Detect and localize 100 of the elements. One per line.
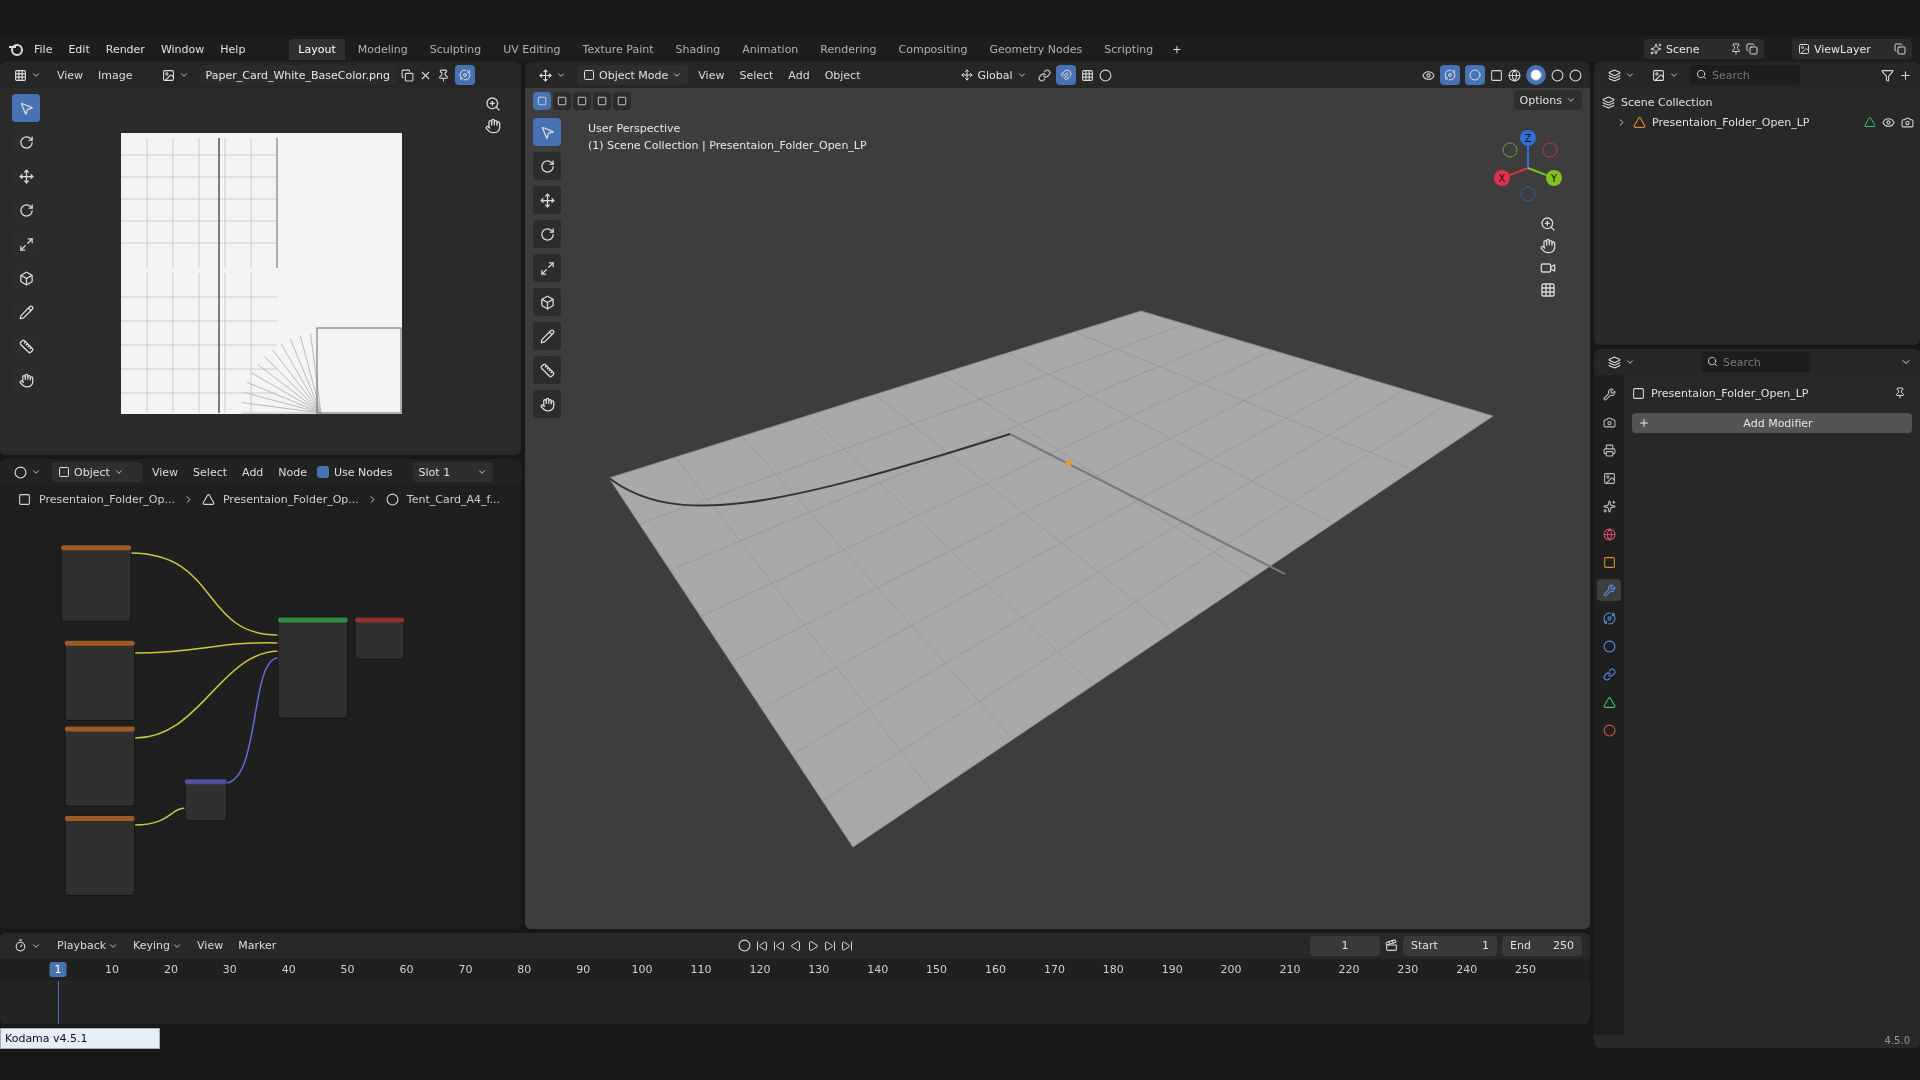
axis-dot[interactable] (1546, 170, 1562, 186)
menu-item[interactable]: Playback (52, 939, 124, 953)
menu-item[interactable]: Add (237, 465, 269, 479)
add-modifier-button[interactable]: Add Modifier (1632, 413, 1912, 433)
object-icon (18, 492, 31, 506)
tool-button[interactable] (533, 152, 561, 180)
shader-node[interactable] (64, 640, 136, 721)
menu-item[interactable]: View (147, 465, 184, 479)
object-type-dropdown[interactable]: Object (52, 462, 142, 482)
orientation-dropdown[interactable]: Global (955, 65, 1033, 85)
end-frame-field[interactable]: End 250 (1502, 935, 1582, 956)
negative-axis-dot[interactable] (1542, 142, 1558, 158)
menu-item[interactable]: Add (783, 68, 815, 82)
shader-node[interactable] (277, 617, 349, 719)
slot-dropdown[interactable]: Slot 1 (412, 462, 493, 482)
snap-button[interactable] (1055, 65, 1076, 85)
menu-item[interactable]: Help (214, 39, 252, 59)
playhead[interactable]: 1 (49, 961, 67, 977)
menu-item[interactable]: View (693, 68, 730, 82)
wrench-icon (1602, 583, 1616, 597)
duplicate-icon (400, 68, 414, 82)
tool-button[interactable] (533, 356, 561, 384)
menu-item[interactable]: Select (188, 465, 233, 479)
select-mode-button[interactable] (613, 92, 631, 110)
menu-item[interactable]: View (192, 939, 229, 953)
workspace-tab[interactable]: UV Editing (494, 38, 570, 60)
menu-item[interactable]: Node (273, 465, 313, 479)
properties-tab[interactable] (1597, 579, 1621, 601)
current-frame-field[interactable]: 1 (1310, 935, 1380, 956)
mode-dropdown[interactable]: Object Mode (577, 65, 689, 85)
image-name-field[interactable]: Paper_Card_White_BaseColor.png (199, 65, 396, 85)
caret-icon (1016, 70, 1027, 80)
workspace-tab[interactable]: Compositing (889, 38, 977, 60)
menu-item[interactable]: View (52, 68, 89, 82)
workspace-tab[interactable]: Scripting (1095, 38, 1163, 60)
options-dropdown[interactable]: Options (1513, 90, 1582, 110)
pan-icon (1540, 238, 1556, 254)
tool-button[interactable] (533, 254, 561, 282)
tool-button[interactable] (533, 220, 561, 248)
menu-item[interactable]: Keying (128, 939, 188, 953)
uv-sync-button[interactable] (454, 65, 475, 85)
menu-item[interactable]: Window (154, 39, 211, 59)
workspace-tab[interactable]: Modeling (348, 38, 417, 60)
axis-dot[interactable] (1494, 170, 1510, 186)
breadcrumb[interactable]: Tent_Card_A4_f... (406, 492, 501, 506)
scene-selector[interactable]: Scene (1644, 39, 1764, 59)
workspace-tab[interactable]: Layout (289, 38, 345, 60)
frame-tick-label: 120 (749, 962, 771, 976)
menu-item[interactable]: File (28, 39, 59, 59)
add-workspace-button[interactable]: + (1166, 39, 1188, 59)
select-mode-button[interactable] (533, 92, 551, 110)
workspace-tab[interactable]: Sculpting (420, 38, 491, 60)
workspace-tab[interactable]: Texture Paint (573, 38, 663, 60)
shader-node[interactable] (64, 726, 136, 807)
tool-button[interactable] (533, 322, 561, 350)
gizmo-toggle-button[interactable] (1440, 65, 1460, 85)
select-mode-button[interactable] (593, 92, 611, 110)
version-label: 4.5.0 (1884, 1035, 1911, 1048)
axis-dot[interactable] (1520, 130, 1536, 146)
workspace-tab[interactable]: Shading (666, 38, 730, 60)
object-name: Presentaion_Folder_Open_LP (1651, 386, 1809, 400)
negative-axis-dot[interactable] (1520, 186, 1536, 202)
shader-node[interactable] (64, 815, 136, 897)
menu-item[interactable]: Object (819, 68, 866, 82)
tool-button[interactable] (533, 186, 561, 214)
menu-item[interactable]: Render (99, 39, 151, 59)
tool-button[interactable] (533, 288, 561, 316)
breadcrumb[interactable]: Presentaion_Folder_Op... (39, 492, 175, 506)
app-logo-icon[interactable] (8, 41, 24, 57)
menu-item[interactable]: Image (93, 68, 138, 82)
shader-node[interactable] (184, 778, 228, 822)
menu-item[interactable]: Marker (233, 939, 282, 953)
frame-tick-label: 250 (1515, 962, 1537, 976)
select-mode-button[interactable] (573, 92, 591, 110)
outliner-item[interactable]: Presentaion_Folder_Open_LP (1652, 115, 1810, 129)
workspace-tab[interactable]: Animation (733, 38, 808, 60)
breadcrumb[interactable]: Presentaion_Folder_Op... (222, 492, 359, 506)
sphere-icon (1530, 69, 1542, 81)
search-field[interactable]: Search (1701, 352, 1811, 372)
use-nodes-checkbox[interactable] (317, 466, 330, 478)
workspace-tab[interactable]: Geometry Nodes (980, 38, 1092, 60)
solid-shading-button[interactable] (1526, 65, 1546, 85)
shader-node[interactable] (354, 617, 405, 660)
overlay-toggle-button[interactable] (1465, 65, 1485, 85)
start-frame-field[interactable]: Start 1 (1403, 935, 1497, 956)
outliner-item[interactable]: Scene Collection (1621, 95, 1713, 109)
select-mode-button[interactable] (553, 92, 571, 110)
view-layer-selector[interactable]: ViewLayer (1792, 39, 1912, 59)
menu-item[interactable]: Edit (62, 39, 96, 59)
frame-tick-label: 190 (1161, 962, 1183, 976)
search-field[interactable]: Search (1690, 65, 1800, 85)
magnet-icon (1059, 69, 1072, 81)
caret-icon (476, 467, 487, 477)
tool-button[interactable] (533, 390, 561, 418)
menu-item[interactable]: Select (734, 68, 779, 82)
pin-icon (1894, 387, 1906, 399)
workspace-tab[interactable]: Rendering (811, 38, 886, 60)
frame-tick-label: 30 (222, 962, 237, 976)
shader-node[interactable] (60, 544, 132, 622)
negative-axis-dot[interactable] (1502, 142, 1518, 158)
